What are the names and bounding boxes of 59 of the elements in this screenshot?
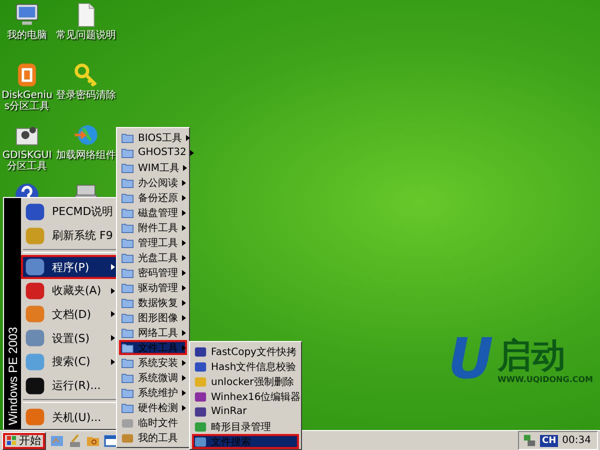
menu-item[interactable]: 磁盘管理: [119, 205, 187, 220]
menu-item[interactable]: 备份还原: [119, 190, 187, 205]
submenu-arrow-icon: [182, 224, 186, 230]
menu-item[interactable]: Hash文件信息校验: [192, 359, 299, 374]
windows-logo-icon: [7, 436, 17, 446]
logo-url: WWW.UQIDONG.COM: [497, 374, 593, 384]
menu-item[interactable]: 我的工具: [119, 430, 187, 445]
start-menu-item[interactable]: 程序(P): [21, 255, 119, 279]
menu-item[interactable]: 驱动管理: [119, 280, 187, 295]
menu-item[interactable]: WinRar: [192, 404, 299, 419]
menu-item[interactable]: 图形图像: [119, 310, 187, 325]
menu-item[interactable]: FastCopy文件快拷: [192, 344, 299, 359]
submenu-arrow-icon: [182, 270, 186, 276]
key-icon[interactable]: [73, 62, 99, 88]
desktop-shortcut-icon[interactable]: [50, 434, 64, 448]
start-menu-item[interactable]: PECMD说明: [21, 200, 119, 224]
start-menu-item[interactable]: 关机(U)...: [21, 405, 119, 429]
menu-item[interactable]: 数据恢复: [119, 295, 187, 310]
menu-item[interactable]: 密码管理: [119, 265, 187, 280]
input-method-indicator[interactable]: CH: [540, 434, 558, 446]
menu-item[interactable]: WIM工具: [119, 160, 187, 175]
start-menu-banner: Windows PE 2003: [4, 198, 21, 429]
menu-item[interactable]: 光盘工具: [119, 250, 187, 265]
menu-item[interactable]: 办公阅读: [119, 175, 187, 190]
computer-icon[interactable]: [14, 2, 40, 28]
submenu-arrow-icon: [182, 240, 186, 246]
desktop-icon-label[interactable]: 我的电脑: [7, 30, 47, 41]
desktop-icon-label[interactable]: GDISKGUI分区工具: [0, 150, 54, 172]
submenu-arrow-icon: [182, 194, 186, 200]
submenu-arrow-icon: [182, 330, 186, 336]
submenu-arrow-icon: [182, 210, 186, 216]
desktop-icon-label[interactable]: 常见问题说明: [56, 30, 116, 41]
menu-item[interactable]: 附件工具: [119, 220, 187, 235]
clock: 00:34: [562, 435, 591, 446]
menu-item[interactable]: unlocker强制删除: [192, 374, 299, 389]
menu-item[interactable]: BIOS工具: [119, 130, 187, 145]
submenu-arrow-icon: [190, 150, 194, 156]
start-menu-item[interactable]: 运行(R)...: [21, 374, 119, 398]
start-menu-item[interactable]: 刷新系统 F9: [21, 224, 119, 248]
network-icon[interactable]: [523, 434, 536, 447]
desktop-icon-label[interactable]: 登录密码清除: [56, 90, 116, 101]
menu-item[interactable]: GHOST32: [119, 145, 187, 160]
submenu-arrow-icon: [182, 314, 186, 320]
window-icon[interactable]: [104, 434, 118, 448]
logo-text: 启动: [497, 336, 566, 374]
menu-item[interactable]: Winhex16位编辑器: [192, 389, 299, 404]
menu-item[interactable]: 临时文件: [119, 415, 187, 430]
submenu-arrow-icon: [182, 284, 186, 290]
menu-item[interactable]: 畸形目录管理: [192, 419, 299, 434]
desktop-icon-label[interactable]: DiskGenius分区工具: [0, 90, 54, 112]
logo-letter: U: [448, 332, 494, 388]
submenu-arrow-icon: [183, 164, 188, 170]
submenu-arrow-icon: [182, 180, 186, 186]
menu-item[interactable]: 管理工具: [119, 235, 187, 250]
submenu-arrow-icon: [182, 300, 186, 306]
menu-item[interactable]: 网络工具: [119, 325, 187, 340]
start-button[interactable]: 开始: [2, 432, 46, 450]
submenu-arrow-icon: [182, 254, 186, 260]
submenu-arrow-icon: [186, 134, 190, 140]
